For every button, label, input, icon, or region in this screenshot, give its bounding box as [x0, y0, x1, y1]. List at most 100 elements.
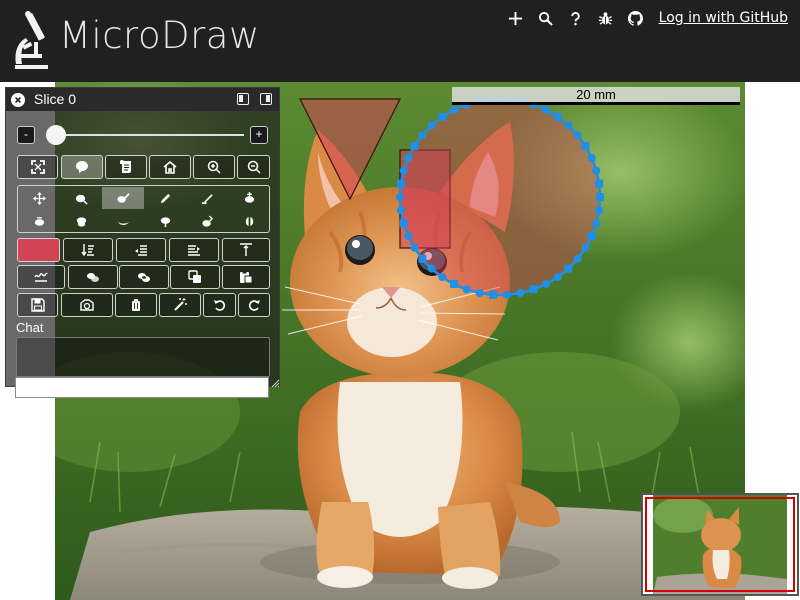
zoom-out-button[interactable] — [237, 155, 270, 179]
path-handle[interactable] — [542, 106, 550, 114]
path-handle[interactable] — [399, 166, 408, 175]
select-tool[interactable] — [60, 187, 102, 209]
navigator-viewport-region[interactable] — [645, 497, 795, 592]
path-handle[interactable] — [427, 264, 436, 273]
zoom-in-small-button[interactable]: + — [250, 126, 268, 144]
chat-input[interactable] — [15, 377, 269, 398]
path-handle[interactable] — [529, 285, 538, 294]
add-icon[interactable] — [501, 9, 531, 27]
paste-region-button[interactable] — [222, 265, 270, 289]
github-login-link[interactable]: Log in with GitHub — [659, 10, 788, 26]
send-to-back-icon — [81, 244, 94, 257]
panel-resize-grip-icon[interactable] — [270, 378, 280, 388]
draw-tool[interactable] — [102, 187, 144, 209]
intersect-regions-button[interactable] — [119, 265, 169, 289]
bring-to-front-button[interactable] — [222, 238, 270, 262]
send-to-back-button[interactable] — [63, 238, 113, 262]
select-icon — [75, 194, 88, 205]
path-handle[interactable] — [438, 273, 447, 282]
path-handle[interactable] — [399, 219, 408, 228]
path-handle[interactable] — [410, 243, 419, 252]
path-handle[interactable] — [450, 106, 458, 114]
path-handle[interactable] — [404, 232, 413, 240]
tools-panel[interactable]: Slice 0 - + Chat — [5, 87, 280, 387]
path-handle[interactable] — [592, 166, 601, 175]
screenshot-button[interactable] — [61, 293, 113, 317]
home-button[interactable] — [149, 155, 191, 179]
navigator-minimap[interactable] — [641, 493, 799, 596]
path-handle[interactable] — [475, 289, 484, 297]
union-regions-button[interactable] — [68, 265, 118, 289]
flip-region-tool[interactable] — [186, 210, 228, 232]
magic-wand-button[interactable] — [159, 293, 201, 317]
path-handle[interactable] — [427, 121, 436, 130]
send-backward-button[interactable] — [116, 238, 166, 262]
path-handle[interactable] — [410, 142, 419, 151]
zoom-in-button[interactable] — [193, 155, 235, 179]
path-handle[interactable] — [564, 121, 573, 130]
path-handle[interactable] — [516, 289, 525, 297]
path-handle[interactable] — [438, 112, 447, 121]
fullscreen-button[interactable] — [17, 155, 58, 179]
path-handle[interactable] — [396, 193, 404, 201]
redo-button[interactable] — [238, 293, 270, 317]
region-color-swatch[interactable] — [17, 238, 60, 262]
path-handle[interactable] — [564, 264, 573, 273]
navigate-tool[interactable] — [18, 187, 60, 209]
dock-left-button[interactable] — [237, 93, 249, 105]
path-handle[interactable] — [418, 254, 427, 263]
notes-button[interactable] — [105, 155, 147, 179]
path-handle[interactable] — [489, 290, 498, 299]
path-handle[interactable] — [595, 179, 604, 188]
bug-icon[interactable] — [591, 9, 621, 27]
path-handle[interactable] — [418, 131, 427, 140]
chat-log[interactable] — [16, 337, 270, 377]
subtract-region-tool[interactable] — [102, 210, 144, 232]
undo-button[interactable] — [203, 293, 236, 317]
copy-region-button[interactable] — [170, 265, 220, 289]
path-handle[interactable] — [450, 280, 458, 288]
rotate-region-tool[interactable] — [228, 210, 270, 232]
close-panel-button[interactable] — [11, 93, 25, 107]
path-handle[interactable] — [396, 179, 405, 188]
add-region-tool[interactable] — [60, 210, 102, 232]
path-handle[interactable] — [587, 232, 596, 240]
help-icon[interactable] — [561, 9, 591, 27]
path-handle[interactable] — [573, 131, 582, 140]
path-handle[interactable] — [587, 154, 596, 162]
path-handle[interactable] — [595, 206, 604, 215]
zoom-slider-knob[interactable] — [46, 125, 66, 145]
panel-title-bar[interactable]: Slice 0 — [6, 88, 279, 111]
draw-polygon-tool[interactable] — [144, 187, 186, 209]
simplify-tool[interactable] — [186, 187, 228, 209]
path-handle[interactable] — [596, 193, 604, 201]
delete-region-button[interactable] — [115, 293, 157, 317]
github-icon[interactable] — [621, 9, 651, 27]
path-handle[interactable] — [542, 280, 550, 288]
zoom-slider-track[interactable] — [46, 134, 244, 136]
chat-bubble-icon — [76, 161, 88, 173]
smooth-region-button[interactable] — [17, 265, 65, 289]
path-handle[interactable] — [462, 285, 471, 294]
dock-right-button[interactable] — [260, 93, 272, 105]
save-button[interactable] — [17, 293, 58, 317]
add-point-tool[interactable] — [228, 187, 270, 209]
path-handle[interactable] — [573, 254, 582, 263]
path-handle[interactable] — [581, 243, 590, 252]
delete-point-tool[interactable] — [18, 210, 60, 232]
path-handle[interactable] — [396, 206, 405, 215]
zoom-out-small-button[interactable]: - — [17, 126, 35, 144]
path-handle[interactable] — [404, 154, 413, 162]
send-backward-icon — [135, 245, 147, 256]
path-handle[interactable] — [553, 273, 562, 282]
path-handle[interactable] — [502, 290, 511, 299]
microscope-logo-icon[interactable] — [12, 10, 50, 70]
path-handle[interactable] — [553, 112, 562, 121]
bring-forward-button[interactable] — [169, 238, 219, 262]
search-icon[interactable] — [531, 9, 561, 27]
chat-toggle-button[interactable] — [61, 155, 103, 179]
triangle-annotation[interactable] — [299, 98, 401, 201]
split-region-tool[interactable] — [144, 210, 186, 232]
path-handle[interactable] — [592, 219, 601, 228]
path-handle[interactable] — [581, 142, 590, 151]
